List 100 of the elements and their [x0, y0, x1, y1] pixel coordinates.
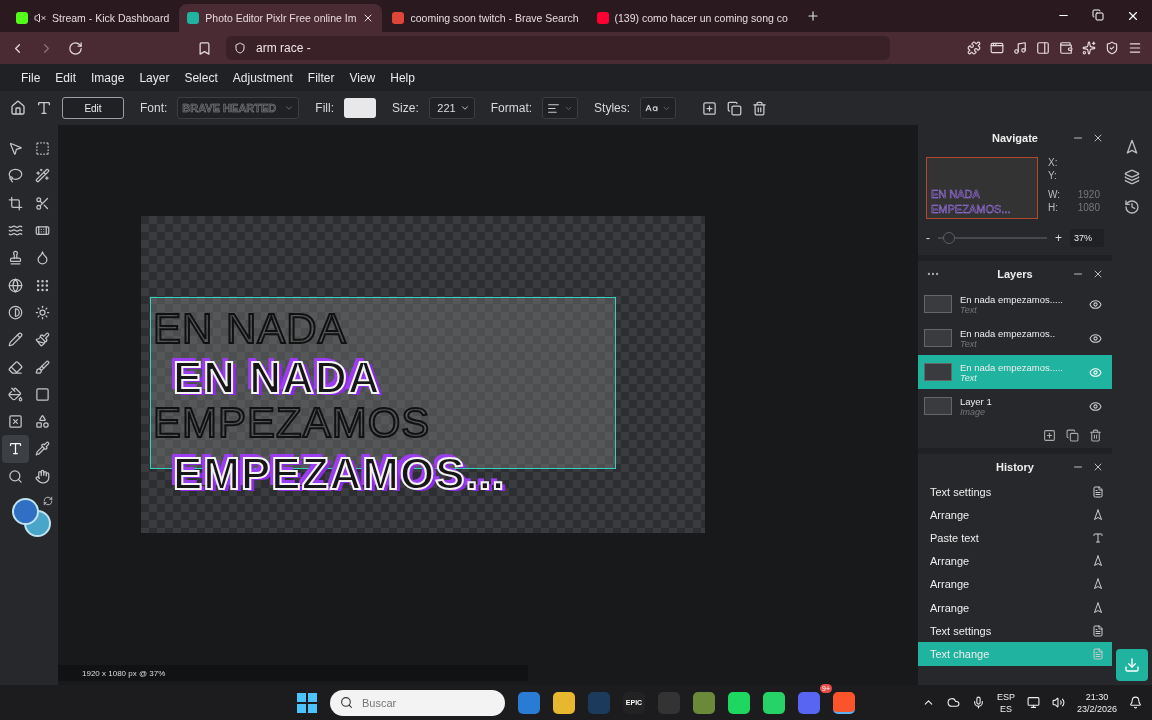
edit-button[interactable]: Edit	[62, 97, 124, 119]
history-icon[interactable]	[1124, 199, 1140, 215]
paintbrush-icon[interactable]	[35, 332, 50, 348]
bell-icon[interactable]	[1129, 696, 1142, 709]
browser-tab[interactable]: (139) como hacer un coming song co	[588, 4, 796, 32]
arrow-icon[interactable]	[1124, 139, 1140, 155]
eye-icon[interactable]	[1089, 331, 1102, 345]
wallet-icon[interactable]	[1059, 41, 1073, 55]
history-item[interactable]: Text settings	[918, 480, 1112, 504]
swap-icon[interactable]	[43, 495, 53, 506]
menu-item[interactable]: Edit	[48, 70, 84, 85]
sparkles-icon[interactable]	[1082, 41, 1096, 55]
menu-item[interactable]: Layer	[132, 70, 177, 85]
pointer-icon[interactable]	[8, 141, 23, 157]
address-bar[interactable]: arm race -	[226, 36, 890, 60]
reload-icon[interactable]	[68, 40, 83, 56]
zoom-out-button[interactable]: -	[926, 231, 930, 245]
pencil-icon[interactable]	[8, 332, 23, 348]
window-icon[interactable]	[990, 41, 1004, 55]
eye-icon[interactable]	[1089, 297, 1102, 311]
language-text[interactable]: ES	[999, 703, 1012, 714]
close-icon[interactable]	[1092, 132, 1104, 144]
lasso-icon[interactable]	[8, 168, 23, 184]
history-item[interactable]: Arrange	[918, 503, 1112, 527]
spotify-icon[interactable]	[728, 691, 750, 714]
history-item[interactable]: Text settings	[918, 619, 1112, 643]
menu-item[interactable]: Image	[84, 70, 132, 85]
zoom-field[interactable]: 37%	[1070, 229, 1104, 247]
brush-icon[interactable]	[35, 359, 50, 375]
menu-icon[interactable]	[1128, 41, 1142, 55]
close-icon[interactable]	[1092, 461, 1104, 473]
close-icon[interactable]	[1092, 268, 1104, 280]
format-dropdown[interactable]	[542, 97, 579, 119]
layer-row[interactable]: En nada empezamos.. Text	[918, 321, 1112, 355]
restore-icon[interactable]	[1092, 9, 1104, 21]
menu-item[interactable]: File	[14, 70, 48, 85]
duplicate-icon[interactable]	[727, 100, 743, 116]
language-text[interactable]: ESP	[996, 691, 1015, 702]
windows-logo[interactable]	[297, 692, 317, 713]
droplet-icon[interactable]	[35, 250, 50, 266]
new-tab-icon[interactable]	[805, 9, 820, 23]
photos-icon[interactable]	[518, 691, 540, 714]
microphone-icon[interactable]	[971, 696, 985, 709]
history-item[interactable]: Paste text	[918, 526, 1112, 550]
crop-icon[interactable]	[8, 195, 23, 211]
folder-icon[interactable]	[553, 691, 575, 714]
half-circle-icon[interactable]	[8, 304, 23, 320]
text-tool[interactable]	[2, 435, 29, 463]
history-item[interactable]: Arrange	[918, 572, 1112, 596]
trash-icon[interactable]	[1089, 429, 1102, 442]
close-icon[interactable]	[1126, 9, 1140, 23]
sun-icon[interactable]	[35, 304, 50, 320]
whatsapp-icon[interactable]	[763, 691, 785, 714]
dashed-square-icon[interactable]	[35, 141, 50, 157]
bookmark-icon[interactable]	[197, 40, 212, 56]
wand-icon[interactable]	[35, 168, 50, 184]
home-icon[interactable]	[10, 100, 26, 116]
hand-icon[interactable]	[35, 468, 50, 484]
text-icon[interactable]	[36, 100, 52, 116]
eraser-icon[interactable]	[8, 359, 23, 375]
globe-icon[interactable]	[8, 277, 23, 293]
text-icon[interactable]	[8, 441, 23, 457]
slider-thumb[interactable]	[942, 232, 955, 244]
menu-item[interactable]: Help	[383, 70, 422, 85]
browser-tab[interactable]: cooming soon twitch - Brave Search	[384, 4, 587, 32]
search-field[interactable]: Buscar	[330, 689, 505, 716]
shield-icon[interactable]	[1105, 41, 1119, 55]
download-icon[interactable]	[1124, 657, 1140, 673]
history-item[interactable]: Arrange	[918, 595, 1112, 620]
clock-date[interactable]: 23/2/2026	[1076, 703, 1117, 714]
shapes-icon[interactable]	[35, 414, 50, 430]
brave-icon[interactable]	[833, 691, 855, 714]
monitor-icon[interactable]	[1026, 696, 1040, 709]
magnifier-icon[interactable]	[8, 468, 23, 484]
browser-tab[interactable]: Stream - Kick Dashboard	[8, 4, 178, 32]
color-swatch[interactable]	[12, 497, 39, 525]
menu-item[interactable]: View	[342, 70, 383, 85]
fill-color-swatch[interactable]	[344, 98, 377, 118]
cloud-icon[interactable]	[946, 696, 960, 709]
history-item[interactable]: Arrange	[918, 549, 1112, 573]
paint-bucket-icon[interactable]	[8, 386, 23, 402]
crossed-square-icon[interactable]	[8, 414, 23, 430]
zoom-in-button[interactable]: +	[1055, 231, 1062, 245]
browser-tab[interactable]: Photo Editor Pixlr Free online Im	[179, 4, 383, 32]
size-dropdown[interactable]: 221	[428, 97, 475, 119]
pipette-icon[interactable]	[35, 441, 50, 457]
trash-icon[interactable]	[752, 100, 768, 116]
layer-row[interactable]: Layer 1 Image	[918, 389, 1112, 423]
eye-icon[interactable]	[1089, 399, 1102, 413]
styles-dropdown[interactable]	[640, 97, 677, 119]
dots-icon[interactable]	[35, 277, 50, 293]
clock-time[interactable]: 21:30	[1085, 691, 1109, 702]
scissors-icon[interactable]	[35, 195, 50, 211]
speaker-icon[interactable]	[1051, 696, 1065, 709]
sidebar-icon[interactable]	[1036, 41, 1050, 55]
puzzle-icon[interactable]	[967, 41, 981, 55]
add-icon[interactable]	[1043, 429, 1056, 442]
duplicate-icon[interactable]	[1066, 429, 1079, 442]
add-icon[interactable]	[702, 100, 718, 116]
music-icon[interactable]	[1013, 41, 1027, 55]
